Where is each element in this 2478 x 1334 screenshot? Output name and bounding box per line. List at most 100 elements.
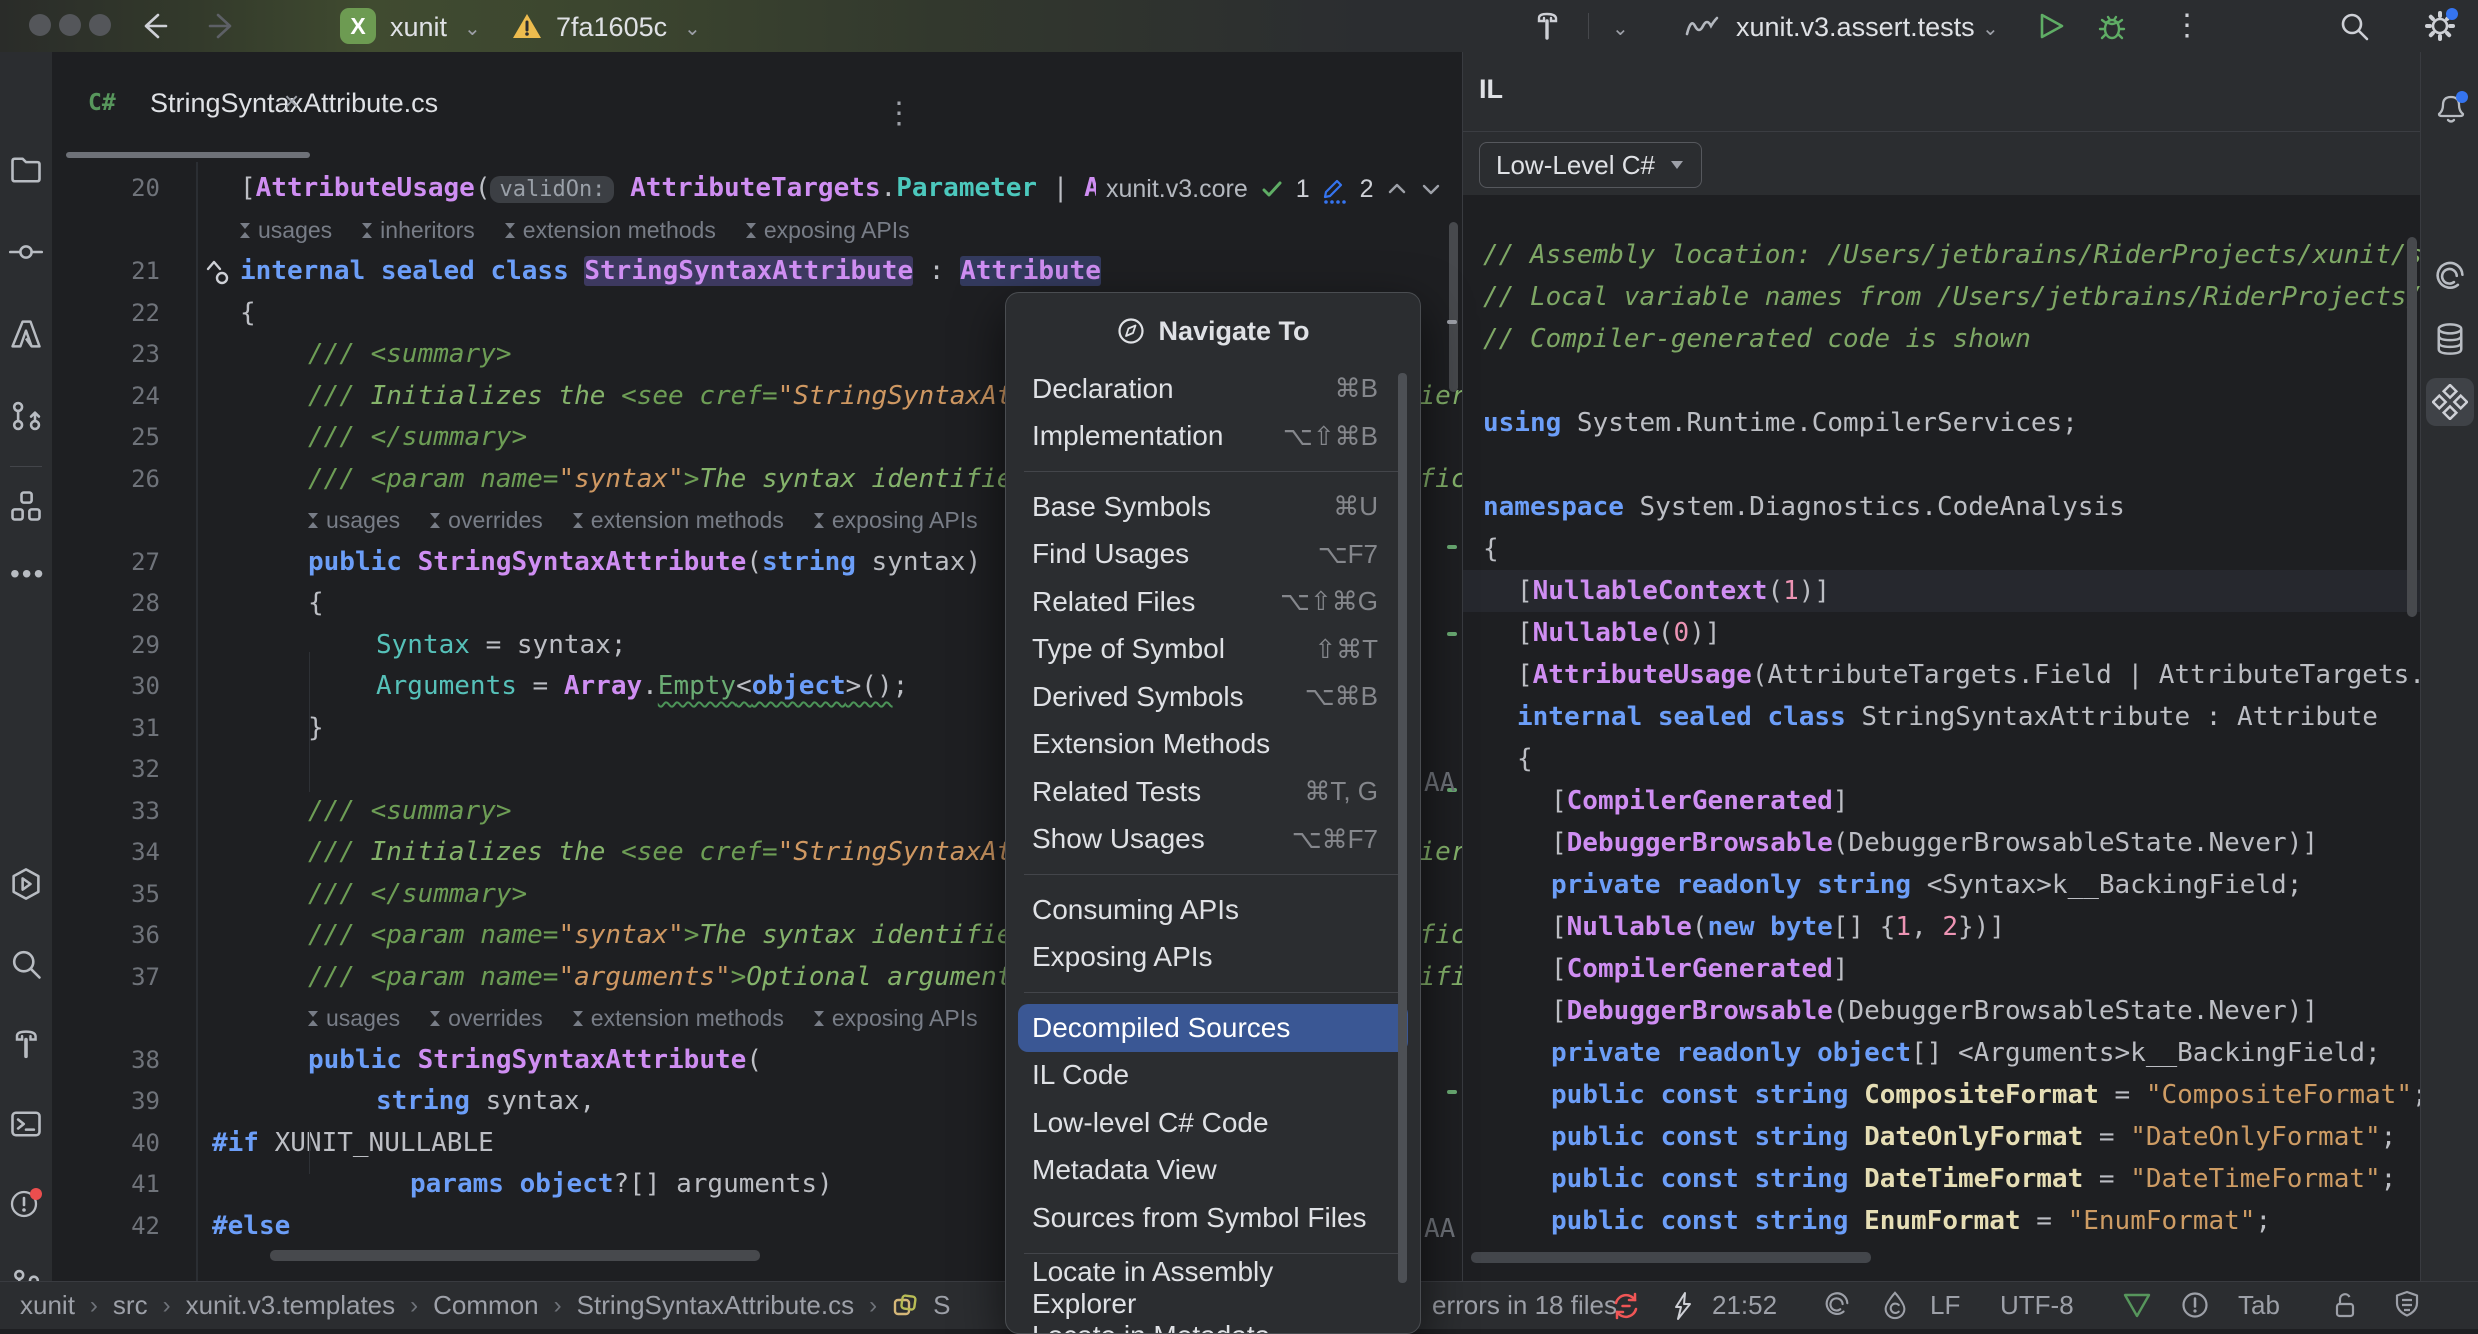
il-code-line[interactable]: { bbox=[1463, 528, 2421, 570]
inspection-widget[interactable]: xunit.v3.core 1 2 ⋮ bbox=[1096, 168, 1462, 210]
menu-item-show-usages[interactable]: Show Usages⌥⌘F7 bbox=[1006, 816, 1420, 864]
azure-icon[interactable] bbox=[8, 316, 44, 352]
code-lens-item-inheritors[interactable]: inheritors bbox=[362, 217, 475, 243]
menu-item-sources-from-symbol-files[interactable]: Sources from Symbol Files bbox=[1006, 1194, 1420, 1242]
code-lens-item-usages[interactable]: usages bbox=[308, 507, 400, 533]
menu-item-type-of-symbol[interactable]: Type of Symbol⇧⌘T bbox=[1006, 626, 1420, 674]
il-code-line[interactable]: [CompilerGenerated] bbox=[1463, 948, 2421, 990]
editor-vertical-scrollbar[interactable] bbox=[1449, 222, 1458, 392]
menu-item-extension-methods[interactable]: Extension Methods bbox=[1006, 721, 1420, 769]
code-lens-item-extension-methods[interactable]: extension methods bbox=[505, 217, 716, 243]
menu-item-declaration[interactable]: Declaration⌘B bbox=[1006, 365, 1420, 413]
analysis-error-icon[interactable] bbox=[1610, 1290, 1642, 1322]
window-close-button[interactable] bbox=[29, 14, 51, 36]
il-code-line[interactable]: public const string CompositeFormat = "C… bbox=[1463, 1074, 2421, 1116]
il-code-line[interactable]: // Local variable names from /Users/jetb… bbox=[1463, 276, 2421, 318]
project-explorer-icon[interactable] bbox=[8, 152, 44, 188]
il-code-line[interactable]: public const string EnumFormat = "EnumFo… bbox=[1463, 1200, 2421, 1242]
code-lens-item-exposing-apis[interactable]: exposing APIs bbox=[814, 507, 978, 533]
menu-item-related-files[interactable]: Related Files⌥⇧⌘G bbox=[1006, 578, 1420, 626]
terminal-icon[interactable] bbox=[8, 1106, 44, 1142]
line-number[interactable]: 40 bbox=[88, 1122, 160, 1164]
menu-item-low-level-c-code[interactable]: Low-level C# Code bbox=[1006, 1099, 1420, 1147]
il-code-line[interactable]: [AttributeUsage(AttributeTargets.Field |… bbox=[1463, 654, 2421, 696]
il-code-line[interactable]: public const string DateOnlyFormat = "Da… bbox=[1463, 1116, 2421, 1158]
il-code-line[interactable]: { bbox=[1463, 738, 2421, 780]
breadcrumb-item-xunit-v3-templates[interactable]: xunit.v3.templates bbox=[186, 1290, 396, 1321]
build-icon[interactable] bbox=[1530, 9, 1564, 43]
code-lens-item-usages[interactable]: usages bbox=[240, 217, 332, 243]
il-code-line[interactable]: // Compiler-generated code is shown bbox=[1463, 318, 2421, 360]
shield-icon[interactable] bbox=[2392, 1289, 2422, 1321]
il-current-line[interactable]: [NullableContext(1)] bbox=[1463, 570, 2421, 612]
indent-widget[interactable]: Tab bbox=[2238, 1290, 2280, 1321]
branch-selector[interactable]: 7fa1605c bbox=[556, 12, 667, 43]
widget-more-icon[interactable]: ⋮ bbox=[1454, 173, 1462, 206]
menu-item-derived-symbols[interactable]: Derived Symbols⌥⌘B bbox=[1006, 673, 1420, 721]
code-lens[interactable]: usagesinheritorsextension methodsexposin… bbox=[240, 209, 940, 251]
line-number[interactable]: 25 bbox=[88, 416, 160, 458]
breadcrumbs[interactable]: xunit›src›xunit.v3.templates›Common›Stri… bbox=[20, 1282, 950, 1329]
unit-tests-icon[interactable] bbox=[8, 866, 44, 902]
project-selector[interactable]: xunit bbox=[390, 12, 447, 43]
settings-gear-icon[interactable] bbox=[2422, 8, 2458, 44]
menu-item-related-tests[interactable]: Related Tests⌘T, G bbox=[1006, 768, 1420, 816]
code-lens-item-exposing-apis[interactable]: exposing APIs bbox=[814, 1005, 978, 1031]
code-lens[interactable]: usagesoverridesextension methodsexposing… bbox=[308, 499, 1008, 541]
il-code-line[interactable]: [DebuggerBrowsable(DebuggerBrowsableStat… bbox=[1463, 822, 2421, 864]
line-number[interactable]: 38 bbox=[88, 1039, 160, 1081]
breadcrumb-item-stringsyntaxattribute-cs[interactable]: StringSyntaxAttribute.cs bbox=[577, 1290, 854, 1321]
lock-icon[interactable] bbox=[2330, 1289, 2360, 1321]
line-number[interactable]: 31 bbox=[88, 707, 160, 749]
il-code-line[interactable]: private readonly string <Syntax>k__Backi… bbox=[1463, 864, 2421, 906]
breadcrumb-item-common[interactable]: Common bbox=[433, 1290, 538, 1321]
il-vertical-scrollbar[interactable] bbox=[2407, 237, 2417, 617]
line-number[interactable]: 27 bbox=[88, 541, 160, 583]
notifications-bell-icon[interactable] bbox=[2432, 90, 2468, 126]
breadcrumb-item-xunit[interactable]: xunit bbox=[20, 1290, 75, 1321]
line-number[interactable]: 39 bbox=[88, 1080, 160, 1122]
line-separator-widget[interactable]: LF bbox=[1930, 1290, 1960, 1321]
inheritance-gutter-icon[interactable] bbox=[202, 256, 232, 286]
database-icon[interactable] bbox=[2432, 321, 2468, 357]
editor-tab-options-icon[interactable]: ⋮ bbox=[884, 96, 914, 131]
code-lens-item-overrides[interactable]: overrides bbox=[430, 1005, 543, 1031]
line-number[interactable]: 37 bbox=[88, 956, 160, 998]
ai-assistant-icon[interactable] bbox=[2432, 259, 2468, 295]
code-lens[interactable]: usagesoverridesextension methodsexposing… bbox=[308, 997, 1008, 1039]
il-horizontal-scrollbar[interactable] bbox=[1471, 1252, 1871, 1263]
structure-icon[interactable] bbox=[8, 488, 44, 524]
menu-item-metadata-view[interactable]: Metadata View bbox=[1006, 1147, 1420, 1195]
code-lens-item-usages[interactable]: usages bbox=[308, 1005, 400, 1031]
line-number[interactable]: 41 bbox=[88, 1163, 160, 1205]
menu-item-locate-in-assembly-explorer[interactable]: Locate in Assembly Explorer bbox=[1006, 1265, 1420, 1313]
caret-position[interactable]: 21:52 bbox=[1712, 1290, 1777, 1321]
line-number[interactable]: 28 bbox=[88, 582, 160, 624]
menu-item-base-symbols[interactable]: Base Symbols⌘U bbox=[1006, 483, 1420, 531]
line-number[interactable]: 21 bbox=[88, 250, 160, 292]
menu-item-consuming-apis[interactable]: Consuming APIs bbox=[1006, 886, 1420, 934]
project-icon[interactable]: X bbox=[340, 8, 376, 44]
line-number[interactable]: 32 bbox=[88, 748, 160, 790]
code-line[interactable]: 21internal sealed class StringSyntaxAttr… bbox=[52, 250, 1462, 292]
line-number[interactable]: 29 bbox=[88, 624, 160, 666]
tab-close-icon[interactable]: × bbox=[284, 86, 299, 117]
line-number[interactable]: 20 bbox=[88, 167, 160, 209]
line-number[interactable]: 30 bbox=[88, 665, 160, 707]
il-code-line[interactable]: [DebuggerBrowsable(DebuggerBrowsableStat… bbox=[1463, 990, 2421, 1032]
il-code-line[interactable] bbox=[1463, 444, 2421, 486]
debug-button[interactable] bbox=[2096, 10, 2128, 42]
window-minimize-button[interactable] bbox=[59, 14, 81, 36]
run-widget-chevron-icon[interactable]: ⌄ bbox=[1612, 16, 1629, 41]
forward-icon[interactable] bbox=[206, 9, 240, 43]
menu-item-find-usages[interactable]: Find Usages⌥F7 bbox=[1006, 531, 1420, 579]
resharper-status-icon[interactable] bbox=[1880, 1290, 1910, 1320]
line-number[interactable]: 24 bbox=[88, 375, 160, 417]
menu-item-implementation[interactable]: Implementation⌥⇧⌘B bbox=[1006, 413, 1420, 461]
run-button[interactable] bbox=[2036, 11, 2066, 41]
il-viewer-tool-button[interactable] bbox=[2426, 378, 2474, 426]
more-actions-icon[interactable]: ⋮ bbox=[2172, 8, 2202, 43]
build-tool-icon[interactable] bbox=[8, 1026, 44, 1062]
commit-icon[interactable] bbox=[8, 234, 44, 270]
breadcrumb-item-s[interactable]: S bbox=[933, 1290, 950, 1321]
